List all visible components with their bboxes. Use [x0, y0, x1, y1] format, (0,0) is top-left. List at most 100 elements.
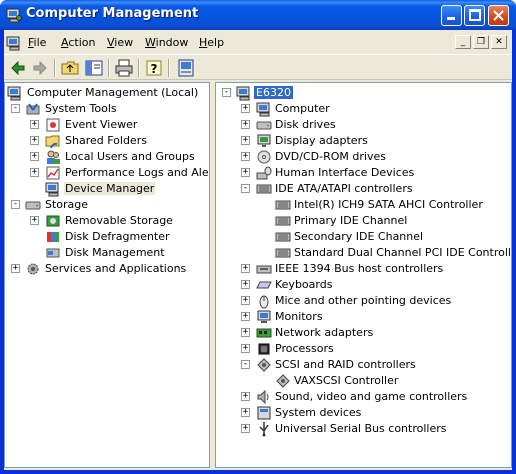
hid-icon — [256, 166, 272, 180]
expand-icon[interactable]: + — [241, 408, 250, 417]
expand-icon[interactable]: + — [30, 216, 39, 225]
menu-window[interactable]: Window — [145, 36, 188, 49]
disk-drive-icon — [256, 121, 272, 130]
device-item-label: Display adapters — [275, 134, 368, 147]
collapse-icon[interactable]: - — [241, 184, 250, 193]
minimize-button[interactable] — [441, 5, 462, 26]
expand-icon[interactable]: + — [30, 120, 39, 129]
device-tree-pane[interactable]: - E6320 + Computer + Disk drives + Display ad… — [215, 82, 512, 468]
event-viewer-icon — [46, 118, 60, 132]
firewire-icon — [256, 265, 272, 274]
collapse-icon[interactable]: - — [11, 104, 20, 113]
monitor-icon — [257, 310, 271, 323]
users-icon — [47, 150, 60, 164]
device-item-label: SCSI and RAID controllers — [275, 358, 416, 371]
ide-controller-icon — [275, 232, 291, 242]
menu-file[interactable]: File — [28, 36, 46, 49]
device-item-label: Intel(R) ICH9 SATA AHCI Controller — [294, 198, 483, 211]
disk-management-icon — [46, 248, 60, 258]
mdi-restore-button[interactable]: ❐ — [473, 35, 489, 49]
toolbar: ? — [4, 54, 512, 80]
mdi-close-button[interactable]: ✕ — [491, 35, 507, 49]
removable-storage-icon — [46, 215, 60, 227]
menu-help[interactable]: Help — [199, 36, 224, 49]
device-item-label: Primary IDE Channel — [294, 214, 408, 227]
expand-icon[interactable]: + — [30, 168, 39, 177]
display-icon — [257, 134, 271, 147]
close-icon — [493, 10, 504, 21]
back-icon[interactable] — [8, 58, 28, 78]
expand-icon[interactable]: + — [11, 264, 20, 273]
computer-icon — [236, 86, 250, 101]
computer-icon — [256, 102, 270, 117]
expand-icon[interactable]: + — [241, 136, 250, 145]
system-device-icon — [257, 406, 271, 420]
storage-icon — [25, 201, 41, 210]
properties-icon[interactable] — [176, 58, 196, 78]
expand-icon[interactable]: + — [241, 264, 250, 273]
expand-icon[interactable]: + — [241, 312, 250, 321]
computer-management-icon — [7, 86, 21, 101]
forward-icon[interactable] — [30, 58, 50, 78]
device-item-label: Network adapters — [275, 326, 374, 339]
device-item-label: IEEE 1394 Bus host controllers — [275, 262, 444, 275]
up-folder-icon[interactable] — [60, 58, 80, 78]
expand-icon[interactable]: + — [241, 168, 250, 177]
ide-controller-icon — [256, 184, 272, 194]
collapse-icon[interactable]: - — [241, 360, 250, 369]
services-icon — [27, 263, 39, 275]
maximize-button[interactable] — [464, 5, 485, 26]
device-item-label: Universal Serial Bus controllers — [275, 422, 447, 435]
expand-icon[interactable]: + — [241, 152, 250, 161]
network-adapter-icon — [256, 328, 272, 338]
close-button[interactable] — [488, 5, 509, 26]
scsi-icon — [257, 358, 271, 372]
collapse-icon[interactable]: - — [11, 200, 20, 209]
expand-icon[interactable]: + — [30, 136, 39, 145]
sound-icon — [257, 389, 269, 405]
show-hide-tree-icon[interactable] — [84, 58, 104, 78]
tools-icon — [26, 103, 40, 115]
expand-icon[interactable]: + — [30, 152, 39, 161]
expand-icon[interactable]: + — [241, 392, 250, 401]
ide-controller-icon — [275, 216, 291, 226]
ide-controller-icon — [275, 248, 291, 258]
device-item-label: Secondary IDE Channel — [294, 230, 424, 243]
mouse-icon — [259, 295, 269, 309]
computer-management-icon — [6, 8, 22, 23]
console-tree-pane[interactable]: Computer Management (Local) - System Too… — [4, 82, 210, 468]
window: Computer Management File Action View Win… — [0, 0, 516, 474]
mdi-minimize-button[interactable]: _ — [455, 35, 471, 49]
expand-icon[interactable]: + — [241, 104, 250, 113]
expand-icon[interactable]: + — [241, 344, 250, 353]
window-frame: File Action View Window Help _ ❐ ✕ ? Com… — [4, 30, 512, 470]
expand-icon[interactable]: + — [241, 424, 250, 433]
menu-bar: File Action View Window Help _ ❐ ✕ — [4, 32, 512, 54]
processor-icon — [258, 343, 270, 355]
disk-defragmenter-icon — [47, 232, 59, 242]
system-menu-icon[interactable] — [6, 35, 22, 51]
keyboard-icon — [256, 281, 272, 289]
collapse-icon[interactable]: - — [222, 88, 231, 97]
device-item-label: IDE ATA/ATAPI controllers — [275, 182, 413, 195]
cdrom-icon — [257, 150, 271, 164]
ide-controller-icon — [275, 200, 291, 210]
title-bar[interactable]: Computer Management — [0, 0, 516, 30]
device-item-label: Processors — [275, 342, 334, 355]
menu-action[interactable]: Action — [61, 36, 95, 49]
menu-view[interactable]: View — [107, 36, 133, 49]
device-item-label: Monitors — [275, 310, 323, 323]
device-item-label: Mice and other pointing devices — [275, 294, 452, 307]
device-item-label: VAXSCSI Controller — [294, 374, 399, 387]
expand-icon[interactable]: + — [241, 280, 250, 289]
help-icon[interactable]: ? — [144, 58, 164, 78]
device-item-label: Human Interface Devices — [275, 166, 415, 179]
svg-text:?: ? — [151, 62, 158, 76]
expand-icon[interactable]: + — [241, 328, 250, 337]
device-manager-icon — [45, 182, 59, 197]
print-icon[interactable] — [114, 58, 134, 78]
expand-icon[interactable]: + — [241, 296, 250, 305]
device-item-label: Disk drives — [275, 118, 336, 131]
device-item-label: Computer — [275, 102, 330, 115]
expand-icon[interactable]: + — [241, 120, 250, 129]
